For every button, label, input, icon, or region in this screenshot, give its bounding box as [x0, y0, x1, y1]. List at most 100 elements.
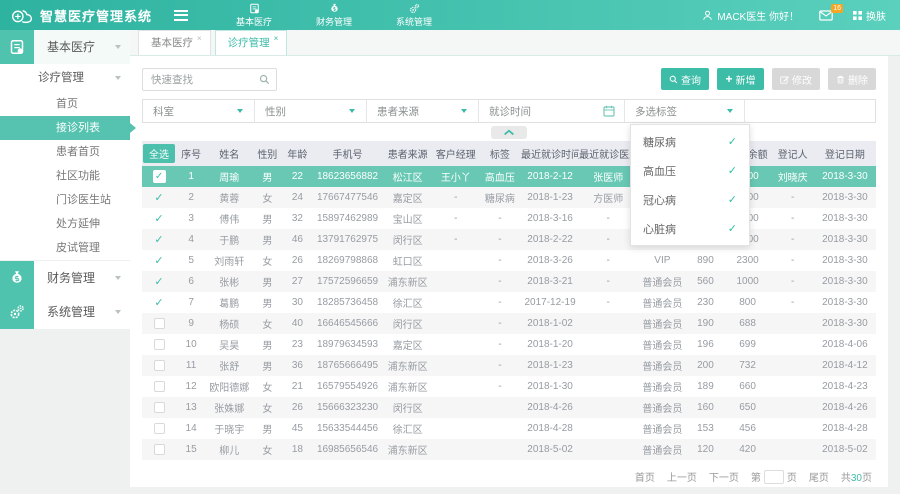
table-row-3[interactable]: ✓3傅伟男3215897462989宝山区--2018-3-16-VIP1000… — [142, 208, 876, 229]
checkbox-empty[interactable] — [154, 402, 165, 413]
chevron-down-icon — [115, 76, 121, 80]
tab-close-icon[interactable]: × — [197, 35, 202, 43]
tab-close-icon[interactable]: × — [274, 35, 279, 43]
user-greeting[interactable]: MACK医生 你好！ — [702, 8, 799, 23]
nav-item-basic-medical[interactable]: 基本医疗 — [236, 3, 272, 28]
cell: 2018-4-28 — [521, 418, 579, 439]
top-header: 智慧医疗管理系统 基本医疗 财务管理 — [0, 0, 900, 30]
select-all-button[interactable]: 全选 — [143, 144, 175, 163]
table-row-2[interactable]: ✓2黄蓉女2417667477546嘉定区-糖尿病2018-1-23方医师500… — [142, 187, 876, 208]
cell: 18285736458 — [312, 292, 382, 313]
table-row-1[interactable]: ✓1周瑜男2218623656882松江区王小丫高血压2018-2-12张医师6… — [142, 166, 876, 187]
check-icon[interactable]: ✓ — [154, 297, 163, 309]
checkbox-empty[interactable] — [154, 423, 165, 434]
tab-2[interactable]: 诊疗管理× — [215, 30, 288, 55]
tag-option-3[interactable]: 冠心病✓ — [631, 185, 749, 214]
cell: - — [479, 313, 521, 334]
pagination-goto: 第页 — [751, 469, 797, 484]
page-word-before: 第 — [751, 473, 761, 484]
sidebar-subitem-2[interactable]: 接诊列表 — [0, 116, 130, 140]
table-row-8[interactable]: 9杨硕女4016646545666闵行区-2018-1-02普通会员190688… — [142, 313, 876, 334]
checkbox-empty[interactable] — [154, 360, 165, 371]
tag-option-4[interactable]: 心脏病✓ — [631, 214, 749, 243]
sidebar-item-basic-medical[interactable]: 基本医疗 — [0, 30, 130, 64]
app-window: 智慧医疗管理系统 基本医疗 财务管理 — [0, 0, 900, 494]
table-row-12[interactable]: 13张姝娜女2615666323230闵行区2018-4-26普通会员16065… — [142, 397, 876, 418]
tab-1[interactable]: 基本医疗× — [138, 30, 211, 55]
add-button[interactable]: + 新增 — [717, 68, 764, 90]
cell: - — [579, 250, 637, 271]
check-icon[interactable]: ✓ — [154, 234, 163, 246]
filter-visit-time[interactable]: 就诊时间 — [479, 100, 625, 122]
cell: 2018-1-02 — [521, 313, 579, 334]
pagination-next[interactable]: 下一页 — [709, 469, 739, 484]
nav-label: 系统管理 — [396, 15, 432, 28]
search-icon — [669, 75, 678, 84]
nav-item-system[interactable]: 系统管理 — [396, 3, 432, 28]
page-number-input[interactable] — [764, 470, 784, 484]
table-row-5[interactable]: ✓5刘雨轩女2618269798868虹口区-2018-3-26-VIP8902… — [142, 250, 876, 271]
sidebar-subitem-4[interactable]: 社区功能 — [0, 164, 130, 188]
check-icon[interactable]: ✓ — [154, 276, 163, 288]
table-row-9[interactable]: 10吴昊男2318979634593嘉定区-2018-1-20普通会员19669… — [142, 334, 876, 355]
messages-button[interactable]: 16 — [819, 10, 833, 21]
sidebar-subitem-7[interactable]: 皮试管理 — [0, 236, 130, 260]
checkbox-empty[interactable] — [154, 339, 165, 350]
filter-gender[interactable]: 性别 — [255, 100, 367, 122]
table-row-13[interactable]: 14于晓宇男4515633544456徐汇区2018-4-28普通会员15345… — [142, 418, 876, 439]
column-header-5: 手机号 — [312, 141, 382, 166]
sidebar-subitem-3[interactable]: 患者首页 — [0, 140, 130, 164]
sidebar-group-clinic-mgmt[interactable]: 诊疗管理 — [0, 64, 130, 92]
sidebar-item-system[interactable]: 系统管理 — [0, 295, 130, 329]
cell: 柳儿 — [206, 439, 252, 460]
filter-multi-tags[interactable]: 多选标签 — [625, 100, 745, 122]
table-row-14[interactable]: 15柳儿女1816985656546浦东新区2018-5-02普通会员12042… — [142, 439, 876, 460]
check-icon[interactable]: ✓ — [154, 192, 163, 204]
sidebar-subitem-1[interactable]: 首页 — [0, 92, 130, 116]
pagination-prev[interactable]: 上一页 — [667, 469, 697, 484]
cell: 160 — [687, 397, 723, 418]
sidebar-subitem-5[interactable]: 门诊医生站 — [0, 188, 130, 212]
checkbox-checked-icon[interactable]: ✓ — [153, 170, 166, 183]
pagination-last[interactable]: 尾页 — [809, 469, 829, 484]
row-checkbox-cell — [142, 376, 176, 397]
check-icon[interactable]: ✓ — [154, 213, 163, 225]
tag-option-1[interactable]: 糖尿病✓ — [631, 127, 749, 156]
cell: - — [479, 334, 521, 355]
menu-toggle-icon[interactable] — [174, 7, 188, 23]
check-icon: ✓ — [728, 222, 737, 235]
check-icon[interactable]: ✓ — [154, 255, 163, 267]
filter-department[interactable]: 科室 — [143, 100, 255, 122]
collapse-filters-button[interactable] — [491, 126, 527, 139]
table-row-6[interactable]: ✓6张彬男2717572596659浦东新区-2018-3-21-普通会员560… — [142, 271, 876, 292]
cell: 嘉定区 — [383, 187, 433, 208]
pagination-first[interactable]: 首页 — [635, 469, 655, 484]
delete-button[interactable]: 删除 — [828, 68, 876, 90]
cell: - — [479, 208, 521, 229]
nav-item-finance[interactable]: 财务管理 — [316, 3, 352, 28]
checkbox-empty[interactable] — [154, 381, 165, 392]
table-row-10[interactable]: 11张舒男3618765666495浦东新区-2018-1-23普通会员2007… — [142, 355, 876, 376]
table-row-4[interactable]: ✓4于鹏男4613791762975闵行区--2018-2-22-VIP9603… — [142, 229, 876, 250]
form-icon — [0, 30, 34, 64]
tag-option-2[interactable]: 高血压✓ — [631, 156, 749, 185]
search-input[interactable] — [142, 68, 277, 91]
query-button[interactable]: 查询 — [661, 68, 709, 90]
cell: 闵行区 — [383, 313, 433, 334]
table-row-11[interactable]: 12欧阳德娜女2116579554926浦东新区-2018-1-30普通会员18… — [142, 376, 876, 397]
sidebar-item-finance[interactable]: 财务管理 — [0, 261, 130, 295]
edit-button[interactable]: 修改 — [772, 68, 820, 90]
checkbox-empty[interactable] — [154, 318, 165, 329]
checkbox-empty[interactable] — [154, 444, 165, 455]
cell: 18269798868 — [312, 250, 382, 271]
cell: 吴昊 — [206, 334, 252, 355]
chevron-down-icon — [115, 310, 121, 314]
cell: 于晓宇 — [206, 418, 252, 439]
row-checkbox-cell — [142, 355, 176, 376]
calendar-icon — [603, 105, 615, 117]
change-skin-button[interactable]: 换肤 — [853, 8, 886, 23]
row-checkbox-cell: ✓ — [142, 166, 176, 187]
table-row-7[interactable]: ✓7葛鹏男3018285736458徐汇区-2017-12-19-普通会员230… — [142, 292, 876, 313]
filter-patient-source[interactable]: 患者来源 — [367, 100, 479, 122]
sidebar-subitem-6[interactable]: 处方延伸 — [0, 212, 130, 236]
